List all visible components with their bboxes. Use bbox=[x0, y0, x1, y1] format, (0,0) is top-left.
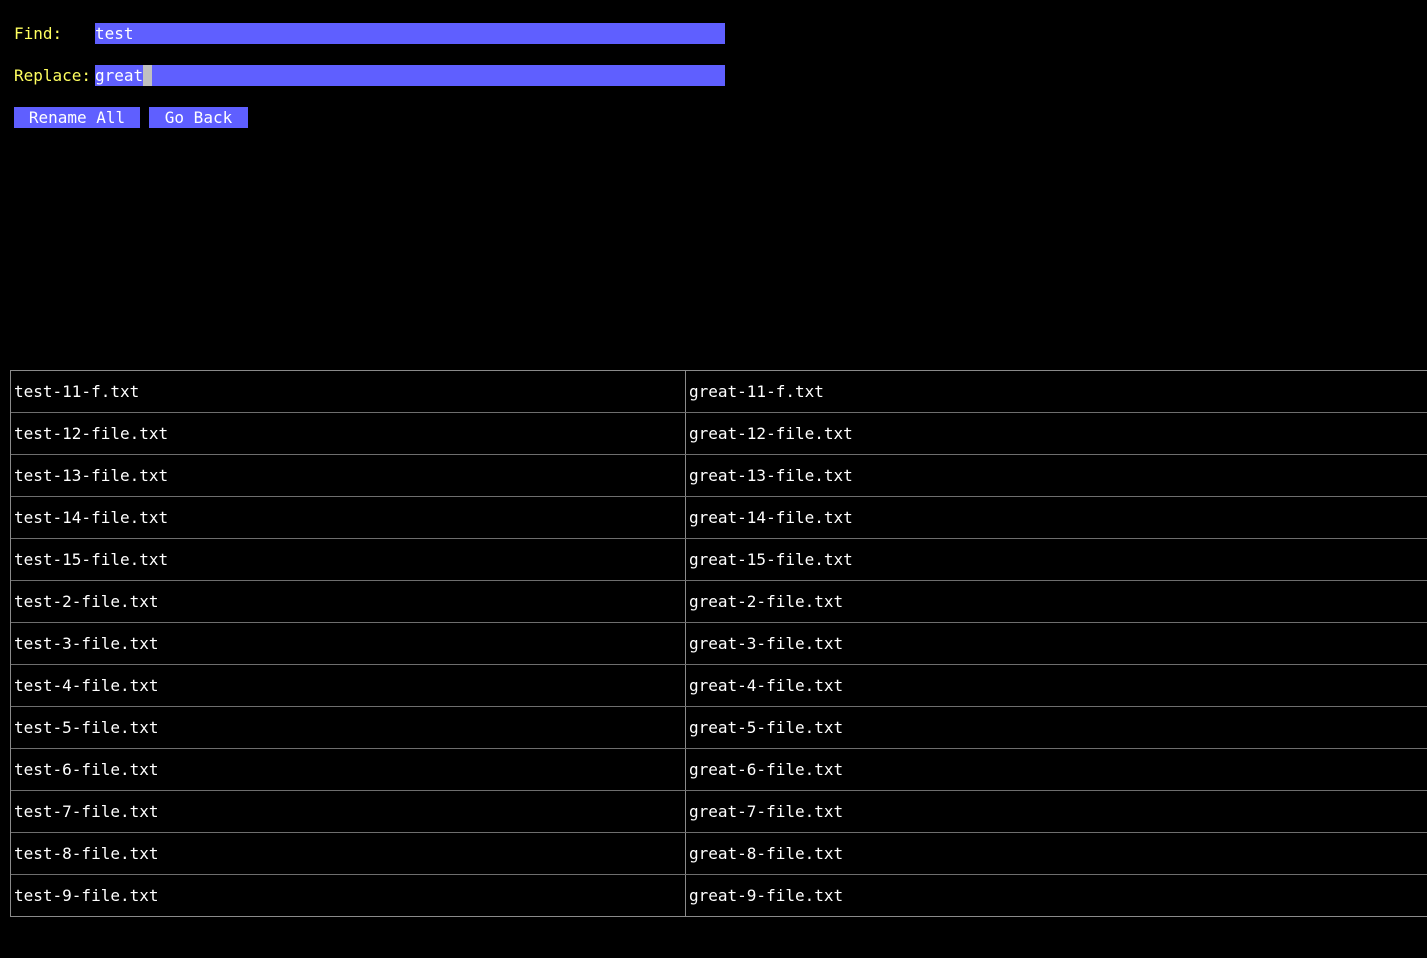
go-back-button[interactable]: Go Back bbox=[149, 107, 248, 128]
table-row: test-6-file.txt great-6-file.txt bbox=[11, 749, 1427, 791]
table-row: test-3-file.txt great-3-file.txt bbox=[11, 623, 1427, 665]
replace-input-value: great bbox=[95, 66, 144, 85]
renamed-filename-cell: great-4-file.txt bbox=[689, 676, 844, 695]
table-row: test-9-file.txt great-9-file.txt bbox=[11, 875, 1427, 916]
table-row: test-4-file.txt great-4-file.txt bbox=[11, 665, 1427, 707]
table-row: test-14-file.txt great-14-file.txt bbox=[11, 497, 1427, 539]
table-row: test-15-file.txt great-15-file.txt bbox=[11, 539, 1427, 581]
renamed-filename-cell: great-8-file.txt bbox=[689, 844, 844, 863]
renamed-filename-cell: great-5-file.txt bbox=[689, 718, 844, 737]
renamed-filename-cell: great-7-file.txt bbox=[689, 802, 844, 821]
renamed-filename-cell: great-2-file.txt bbox=[689, 592, 844, 611]
renamed-filename-cell: great-6-file.txt bbox=[689, 760, 844, 779]
renamed-filename-cell: great-12-file.txt bbox=[689, 424, 853, 443]
original-filename-cell: test-8-file.txt bbox=[11, 833, 686, 874]
find-input-value: test bbox=[95, 24, 134, 43]
original-filename-cell: test-2-file.txt bbox=[11, 581, 686, 622]
find-input[interactable]: test bbox=[95, 23, 725, 44]
original-filename-cell: test-6-file.txt bbox=[11, 749, 686, 790]
renamed-filename-cell: great-13-file.txt bbox=[689, 466, 853, 485]
original-filename-cell: test-13-file.txt bbox=[11, 455, 686, 496]
original-filename-cell: test-3-file.txt bbox=[11, 623, 686, 664]
find-label: Find: bbox=[14, 24, 63, 43]
original-filename-cell: test-12-file.txt bbox=[11, 413, 686, 454]
original-filename-cell: test-15-file.txt bbox=[11, 539, 686, 580]
renamed-filename-cell: great-15-file.txt bbox=[689, 550, 853, 569]
rename-preview-table: test-11-f.txt great-11-f.txt test-12-file.… bbox=[10, 370, 1427, 917]
original-filename-cell: test-4-file.txt bbox=[11, 665, 686, 706]
table-row: test-2-file.txt great-2-file.txt bbox=[11, 581, 1427, 623]
original-filename-cell: test-9-file.txt bbox=[11, 875, 686, 916]
table-row: test-13-file.txt great-13-file.txt bbox=[11, 455, 1427, 497]
rename-all-button[interactable]: Rename All bbox=[14, 107, 140, 128]
replace-row: Replace: bbox=[14, 65, 95, 86]
find-row: Find: bbox=[14, 23, 95, 44]
table-row: test-7-file.txt great-7-file.txt bbox=[11, 791, 1427, 833]
table-row: test-12-file.txt great-12-file.txt bbox=[11, 413, 1427, 455]
table-row: test-8-file.txt great-8-file.txt bbox=[11, 833, 1427, 875]
replace-label: Replace: bbox=[14, 66, 92, 85]
table-row: test-11-f.txt great-11-f.txt bbox=[11, 371, 1427, 413]
renamed-filename-cell: great-3-file.txt bbox=[689, 634, 844, 653]
table-row: test-5-file.txt great-5-file.txt bbox=[11, 707, 1427, 749]
original-filename-cell: test-11-f.txt bbox=[11, 371, 686, 412]
text-cursor bbox=[143, 65, 153, 86]
original-filename-cell: test-14-file.txt bbox=[11, 497, 686, 538]
renamed-filename-cell: great-11-f.txt bbox=[689, 382, 824, 401]
renamed-filename-cell: great-14-file.txt bbox=[689, 508, 853, 527]
original-filename-cell: test-7-file.txt bbox=[11, 791, 686, 832]
original-filename-cell: test-5-file.txt bbox=[11, 707, 686, 748]
renamed-filename-cell: great-9-file.txt bbox=[689, 886, 844, 905]
replace-input[interactable]: great bbox=[95, 65, 725, 86]
